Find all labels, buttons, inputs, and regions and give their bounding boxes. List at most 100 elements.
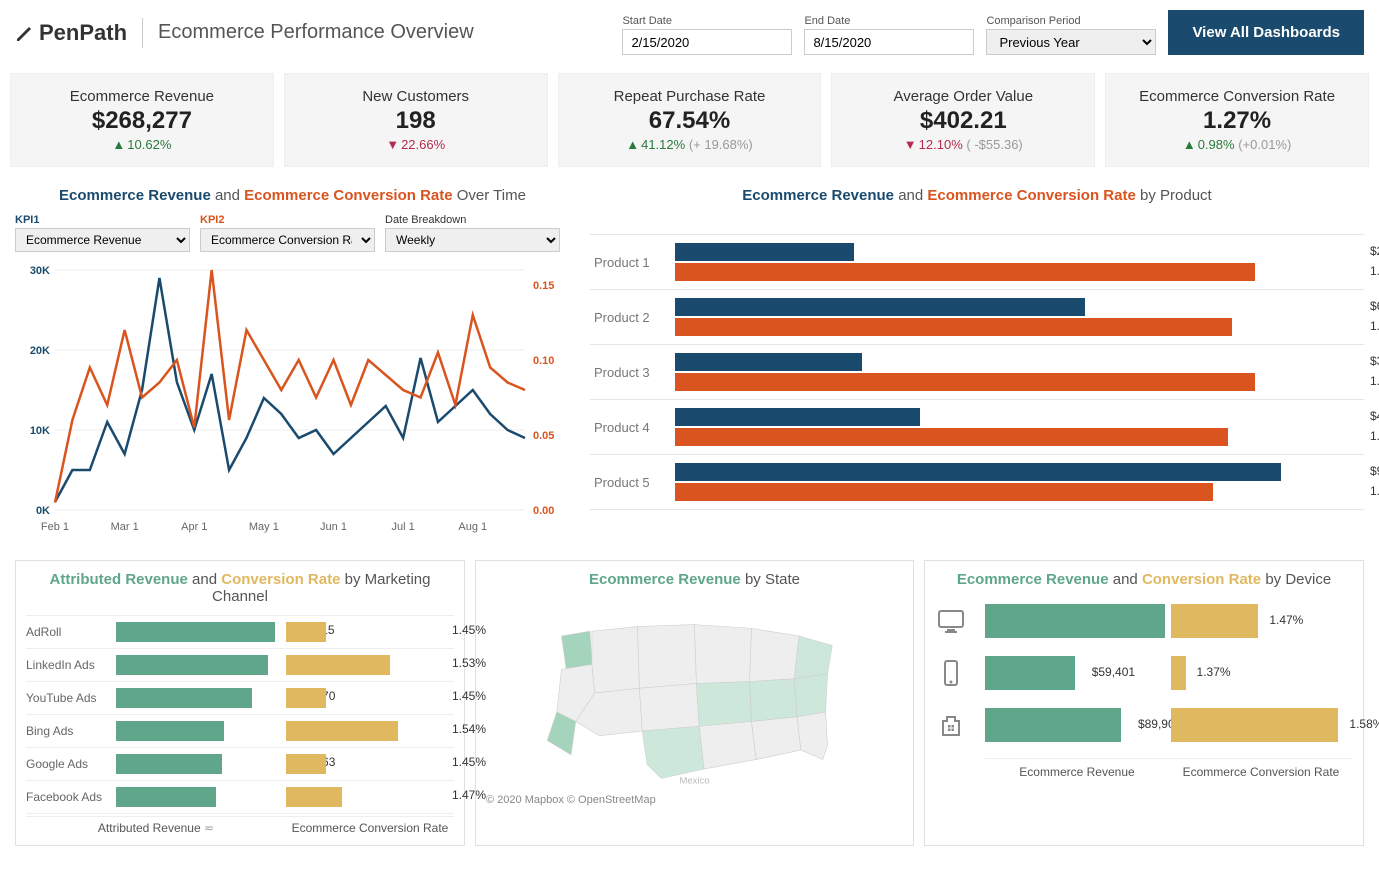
kpi-label: Ecommerce Revenue <box>21 88 263 105</box>
product-row: Product 3 $30,869 1.53% <box>590 344 1364 399</box>
end-date-field: End Date <box>804 15 974 55</box>
kpi-value: 198 <box>295 107 537 135</box>
svg-text:0.15: 0.15 <box>533 280 554 292</box>
marketing-row: Google Ads $37,463 1.45% <box>26 747 454 780</box>
svg-text:Aug 1: Aug 1 <box>458 521 487 533</box>
marketing-label: Google Ads <box>26 757 116 771</box>
header: PenPath Ecommerce Performance Overview S… <box>0 0 1379 65</box>
time-series-chart: 0K10K20K30K0.000.050.100.15Feb 1Mar 1Apr… <box>15 260 570 540</box>
device-rows: $118,971 1.47% $59,401 1.37% $89,905 1.5… <box>935 602 1353 744</box>
svg-text:Jul 1: Jul 1 <box>392 521 415 533</box>
kpi-value: $268,277 <box>21 107 263 135</box>
bottom-row: Attributed Revenue and Conversion Rate b… <box>0 550 1379 861</box>
breakdown-label: Date Breakdown <box>385 214 560 226</box>
product-label: Product 4 <box>590 420 675 435</box>
svg-text:0.00: 0.00 <box>533 505 554 517</box>
map-panel: Ecommerce Revenue by State <box>475 560 914 846</box>
product-label: Product 3 <box>590 365 675 380</box>
kpi-row: Ecommerce Revenue $268,277 10.62% New Cu… <box>0 73 1379 167</box>
breakdown-select[interactable]: Weekly <box>385 228 560 252</box>
time-chart-title: Ecommerce Revenue and Ecommerce Conversi… <box>15 187 570 204</box>
device-panel: Ecommerce Revenue and Conversion Rate by… <box>924 560 1364 846</box>
kpi2-group: KPI2 Ecommerce Conversion Rate <box>200 214 375 252</box>
product-row: Product 5 $99,944 1.42% <box>590 454 1364 510</box>
comparison-select[interactable]: Previous Year <box>986 29 1156 55</box>
page-title: Ecommerce Performance Overview <box>158 21 607 44</box>
svg-text:0K: 0K <box>36 505 50 517</box>
date-controls: Start Date End Date Comparison Period Pr… <box>622 10 1364 55</box>
us-map: Mexico <box>486 598 903 788</box>
kpi-card: Average Order Value $402.21 12.10% ( -$5… <box>831 73 1095 167</box>
kpi-label: Ecommerce Conversion Rate <box>1116 88 1358 105</box>
kpi2-select[interactable]: Ecommerce Conversion Rate <box>200 228 375 252</box>
kpi-value: 67.54% <box>569 107 811 135</box>
device-legend: Ecommerce Revenue Ecommerce Conversion R… <box>985 758 1353 779</box>
marketing-legend: Attributed Revenue ≂ Ecommerce Conversio… <box>26 816 454 835</box>
svg-text:10K: 10K <box>30 425 50 437</box>
logo-text: PenPath <box>39 20 127 46</box>
kpi-value: 1.27% <box>1116 107 1358 135</box>
view-dashboards-button[interactable]: View All Dashboards <box>1168 10 1364 55</box>
kpi-card: New Customers 198 22.66% <box>284 73 548 167</box>
end-date-label: End Date <box>804 15 974 27</box>
map-title: Ecommerce Revenue by State <box>486 571 903 588</box>
start-date-input[interactable] <box>622 29 792 55</box>
kpi-label: New Customers <box>295 88 537 105</box>
product-label: Product 2 <box>590 310 675 325</box>
marketing-label: AdRoll <box>26 625 116 639</box>
marketing-label: Facebook Ads <box>26 790 116 804</box>
logo: PenPath <box>15 20 127 46</box>
product-row: Product 1 $29,503 1.53% <box>590 234 1364 289</box>
product-row: Product 4 $40,404 1.46% <box>590 399 1364 454</box>
svg-text:Apr 1: Apr 1 <box>181 521 207 533</box>
kpi2-label: KPI2 <box>200 214 375 226</box>
marketing-rows: AdRoll $56,115 1.45%LinkedIn Ads $53,483… <box>26 615 454 814</box>
start-date-label: Start Date <box>622 15 792 27</box>
product-chart-panel: Ecommerce Revenue and Ecommerce Conversi… <box>590 187 1364 540</box>
comparison-label: Comparison Period <box>986 15 1156 27</box>
breakdown-group: Date Breakdown Weekly <box>385 214 560 252</box>
kpi-delta: 12.10% ( -$55.36) <box>842 137 1084 152</box>
svg-text:Mexico: Mexico <box>679 775 709 786</box>
marketing-row: YouTube Ads $47,870 1.45% <box>26 681 454 714</box>
device-title: Ecommerce Revenue and Conversion Rate by… <box>935 571 1353 588</box>
marketing-label: YouTube Ads <box>26 691 116 705</box>
device-row: $89,905 1.58% <box>935 706 1353 744</box>
marketing-row: Bing Ads $38,219 1.54% <box>26 714 454 747</box>
kpi1-group: KPI1 Ecommerce Revenue <box>15 214 190 252</box>
marketing-label: Bing Ads <box>26 724 116 738</box>
kpi-delta: 41.12% (+ 19.68%) <box>569 137 811 152</box>
desktop-icon <box>935 605 975 637</box>
kpi-card: Ecommerce Conversion Rate 1.27% 0.98% (+… <box>1105 73 1369 167</box>
svg-text:Feb 1: Feb 1 <box>41 521 69 533</box>
svg-text:0.10: 0.10 <box>533 355 554 367</box>
product-bars: Product 1 $29,503 1.53% Product 2 $67,55… <box>590 234 1364 510</box>
start-date-field: Start Date <box>622 15 792 55</box>
shopping-bag-icon <box>935 709 975 741</box>
marketing-title: Attributed Revenue and Conversion Rate b… <box>26 571 454 605</box>
svg-text:0.05: 0.05 <box>533 430 554 442</box>
kpi1-label: KPI1 <box>15 214 190 226</box>
kpi1-select[interactable]: Ecommerce Revenue <box>15 228 190 252</box>
svg-text:May 1: May 1 <box>249 521 279 533</box>
kpi-label: Average Order Value <box>842 88 1084 105</box>
kpi-value: $402.21 <box>842 107 1084 135</box>
product-row: Product 2 $67,557 1.47% <box>590 289 1364 344</box>
svg-text:Mar 1: Mar 1 <box>111 521 139 533</box>
kpi-delta: 22.66% <box>295 137 537 152</box>
map-attribution: © 2020 Mapbox © OpenStreetMap <box>486 794 903 806</box>
kpi-card: Ecommerce Revenue $268,277 10.62% <box>10 73 274 167</box>
logo-icon <box>15 23 35 43</box>
product-label: Product 5 <box>590 475 675 490</box>
product-chart-title: Ecommerce Revenue and Ecommerce Conversi… <box>590 187 1364 204</box>
svg-text:30K: 30K <box>30 265 50 277</box>
time-chart-selectors: KPI1 Ecommerce Revenue KPI2 Ecommerce Co… <box>15 214 570 252</box>
device-row: $118,971 1.47% <box>935 602 1353 640</box>
marketing-label: LinkedIn Ads <box>26 658 116 672</box>
svg-text:Jun 1: Jun 1 <box>320 521 347 533</box>
device-row: $59,401 1.37% <box>935 654 1353 692</box>
divider <box>142 18 143 48</box>
product-label: Product 1 <box>590 255 675 270</box>
end-date-input[interactable] <box>804 29 974 55</box>
kpi-delta: 10.62% <box>21 137 263 152</box>
